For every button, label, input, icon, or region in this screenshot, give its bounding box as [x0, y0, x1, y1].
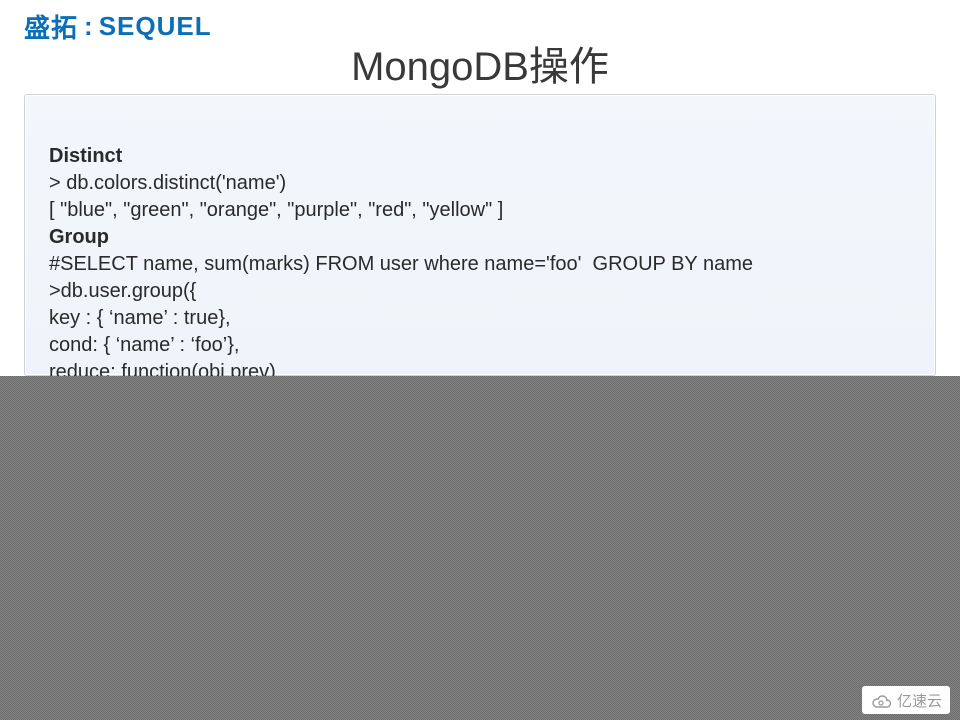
slide-title: MongoDB操作	[0, 34, 960, 92]
watermark-badge: 亿速云	[862, 686, 950, 714]
code-line-1: Distinct	[49, 143, 911, 170]
code-line-2: > db.colors.distinct('name')	[49, 170, 911, 197]
cloud-icon	[870, 693, 892, 709]
code-line-7: key : { ‘name’ : true},	[49, 305, 911, 332]
code-line-5: #SELECT name, sum(marks) FROM user where…	[49, 251, 911, 278]
code-line-8: cond: { ‘name’ : ‘foo’},	[49, 332, 911, 359]
code-line-3: [ "blue", "green", "orange", "purple", "…	[49, 197, 911, 224]
code-line-6: >db.user.group({	[49, 278, 911, 305]
code-line-4: Group	[49, 224, 911, 251]
obscured-region	[0, 376, 960, 720]
watermark-text: 亿速云	[897, 690, 942, 711]
code-content-box: Distinct > db.colors.distinct('name') [ …	[24, 94, 936, 376]
